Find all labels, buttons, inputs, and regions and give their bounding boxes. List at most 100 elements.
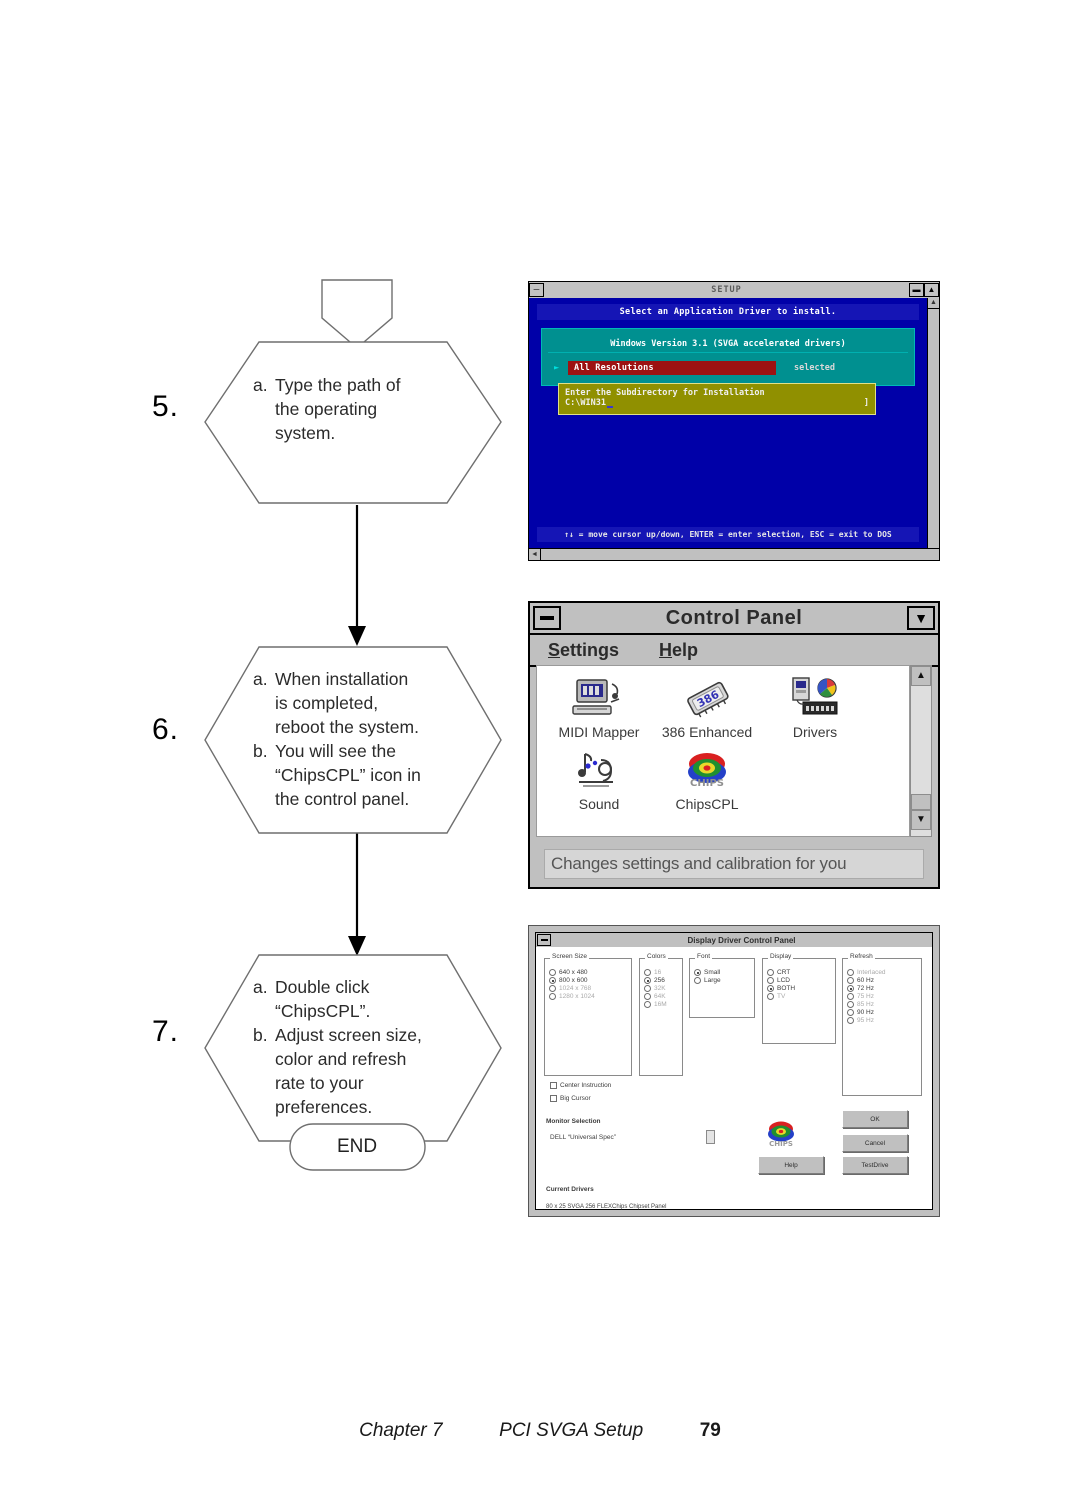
step-5-line-1-label <box>253 397 275 421</box>
monitor-selection-value[interactable]: DELL “Universal Spec” <box>550 1134 616 1141</box>
cp-item-midi-mapper[interactable]: MIDI Mapper <box>545 674 653 740</box>
step-5-line-1-text: the operating <box>275 399 378 419</box>
flowchart: 5. a. Type the path of the operating sys… <box>0 0 520 1250</box>
cp-item-386-enhanced[interactable]: 386 386 Enhanced <box>653 674 761 740</box>
radio-colors-4[interactable]: 16M <box>644 1001 682 1008</box>
control-panel-maximize-button[interactable]: ▼ <box>907 606 935 630</box>
radio-label: 90 Hz <box>857 1009 874 1016</box>
dos-selection-item[interactable]: All Resolutions <box>568 361 776 375</box>
radio-display-1[interactable]: LCD <box>767 977 835 984</box>
radio-label: 1280 x 1024 <box>559 993 595 1000</box>
radio-refresh-1[interactable]: 60 Hz <box>847 977 921 984</box>
sound-icon <box>545 746 653 794</box>
radio-display-0[interactable]: CRT <box>767 969 835 976</box>
checkbox-icon <box>550 1082 557 1089</box>
dos-prompt-marker: ] <box>863 398 869 408</box>
dos-window-title: SETUP <box>711 285 742 295</box>
radio-icon <box>549 969 556 976</box>
radio-display-2[interactable]: BOTH <box>767 985 835 992</box>
control-panel-statusbar: Changes settings and calibration for you <box>544 849 924 879</box>
arrowhead-5-to-6 <box>348 626 366 646</box>
display-driver-minimize-button[interactable] <box>537 934 551 946</box>
group-display-title: Display <box>768 953 794 960</box>
help-button[interactable]: Help <box>758 1156 824 1174</box>
scroll-up-arrow-icon[interactable]: ▲ <box>911 666 931 686</box>
step-5-hexagon: a. Type the path of the operating system… <box>203 340 503 505</box>
dos-scroll-up-arrow-icon[interactable]: ▲ <box>928 298 939 309</box>
end-terminator-label: END <box>336 1136 378 1157</box>
radio-screen-size-0[interactable]: 640 x 480 <box>549 969 631 976</box>
dos-horizontal-scrollbar[interactable]: ◄ <box>529 548 939 560</box>
dos-maximize-button[interactable]: ▲ <box>924 283 939 297</box>
radio-colors-1[interactable]: 256 <box>644 977 682 984</box>
chips-logo-icon: CHIPS <box>768 1121 794 1148</box>
menu-help[interactable]: Help <box>659 640 698 661</box>
radio-refresh-6[interactable]: 95 Hz <box>847 1017 921 1024</box>
dos-path-prompt-box[interactable]: Enter the Subdirectory for Installation … <box>558 383 876 415</box>
step-7-line-5-label <box>253 1095 275 1119</box>
radio-refresh-2[interactable]: 72 Hz <box>847 985 921 992</box>
radio-icon <box>847 993 854 1000</box>
radio-screen-size-2[interactable]: 1024 x 768 <box>549 985 631 992</box>
step-7-line-5-text: preferences. <box>275 1097 373 1117</box>
menu-settings[interactable]: Settings <box>548 640 619 661</box>
radio-font-1[interactable]: Large <box>694 977 754 984</box>
scrollbar-track[interactable] <box>911 686 931 794</box>
control-panel-titlebar: Control Panel ▼ <box>530 603 938 635</box>
radio-icon <box>644 977 651 984</box>
step-5-line-2: system. <box>253 421 463 445</box>
radio-refresh-5[interactable]: 90 Hz <box>847 1009 921 1016</box>
display-driver-body: Screen Size 640 x 480 800 x 600 1024 x 7… <box>536 947 932 1210</box>
radio-icon <box>644 1001 651 1008</box>
checkbox-center-instruction[interactable]: Center Instruction <box>550 1082 611 1089</box>
radio-display-3[interactable]: TV <box>767 993 835 1000</box>
control-panel-minimize-button[interactable] <box>533 606 561 630</box>
scroll-down-arrow-icon[interactable]: ▼ <box>911 810 931 830</box>
group-colors: Colors 16 256 32K 64K 16M <box>639 953 683 1076</box>
radio-font-0[interactable]: Small <box>694 969 754 976</box>
control-panel-vertical-scrollbar[interactable]: ▲ ▼ <box>910 665 932 837</box>
footer-page-number: 79 <box>699 1420 721 1441</box>
step-7-text: a. Double click “ChipsCPL”. b. Adjust sc… <box>253 975 468 1119</box>
cp-item-drivers[interactable]: Drivers <box>761 674 869 740</box>
current-drivers-label: Current Drivers <box>546 1186 594 1193</box>
radio-icon <box>847 1001 854 1008</box>
radio-screen-size-1[interactable]: 800 x 600 <box>549 977 631 984</box>
dos-driver-panel: Windows Version 3.1 (SVGA accelerated dr… <box>541 328 915 415</box>
radio-icon <box>767 969 774 976</box>
page-footer: Chapter 7 PCI SVGA Setup 79 <box>0 1420 1080 1442</box>
radio-screen-size-3[interactable]: 1280 x 1024 <box>549 993 631 1000</box>
step-7-line-1: “ChipsCPL”. <box>253 999 468 1023</box>
radio-label: 85 Hz <box>857 1001 874 1008</box>
radio-icon <box>549 977 556 984</box>
radio-refresh-3[interactable]: 75 Hz <box>847 993 921 1000</box>
radio-colors-3[interactable]: 64K <box>644 993 682 1000</box>
group-font-title: Font <box>695 953 713 960</box>
dos-vertical-scrollbar[interactable]: ▲ <box>927 298 939 548</box>
radio-colors-0[interactable]: 16 <box>644 969 682 976</box>
menu-settings-label: ettings <box>560 639 620 660</box>
radio-refresh-0[interactable]: Interlaced <box>847 969 921 976</box>
step-7-line-2: b. Adjust screen size, <box>253 1023 468 1047</box>
step-7-line-3: color and refresh <box>253 1047 468 1071</box>
radio-refresh-4[interactable]: 85 Hz <box>847 1001 921 1008</box>
checkbox-big-cursor[interactable]: Big Cursor <box>550 1095 591 1102</box>
cp-item-chipscpl[interactable]: CHIPS ChipsCPL <box>653 746 761 812</box>
ok-button[interactable]: OK <box>842 1110 908 1128</box>
cancel-button[interactable]: Cancel <box>842 1134 908 1152</box>
testdrive-button[interactable]: TestDrive <box>842 1156 908 1174</box>
radio-colors-2[interactable]: 32K <box>644 985 682 992</box>
dos-restore-button[interactable]: ▬ <box>909 283 924 297</box>
dos-selection-row[interactable]: ► All Resolutions selected <box>554 361 902 375</box>
dos-prompt-input-row[interactable]: C:\WIN31 ] <box>565 398 869 408</box>
dos-minimize-button[interactable]: ─ <box>529 283 544 297</box>
scrollbar-thumb[interactable] <box>911 794 931 810</box>
radio-label: 72 Hz <box>857 985 874 992</box>
dos-path-input[interactable]: C:\WIN31 <box>565 398 613 408</box>
radio-label: 800 x 600 <box>559 977 588 984</box>
dos-scroll-left-arrow-icon[interactable]: ◄ <box>529 549 541 560</box>
step-5-text: a. Type the path of the operating system… <box>253 373 463 445</box>
display-driver-inner-frame: Display Driver Control Panel Screen Size… <box>535 932 933 1210</box>
monitor-list-scroll-widget[interactable] <box>706 1130 715 1144</box>
cp-item-sound[interactable]: Sound <box>545 746 653 812</box>
